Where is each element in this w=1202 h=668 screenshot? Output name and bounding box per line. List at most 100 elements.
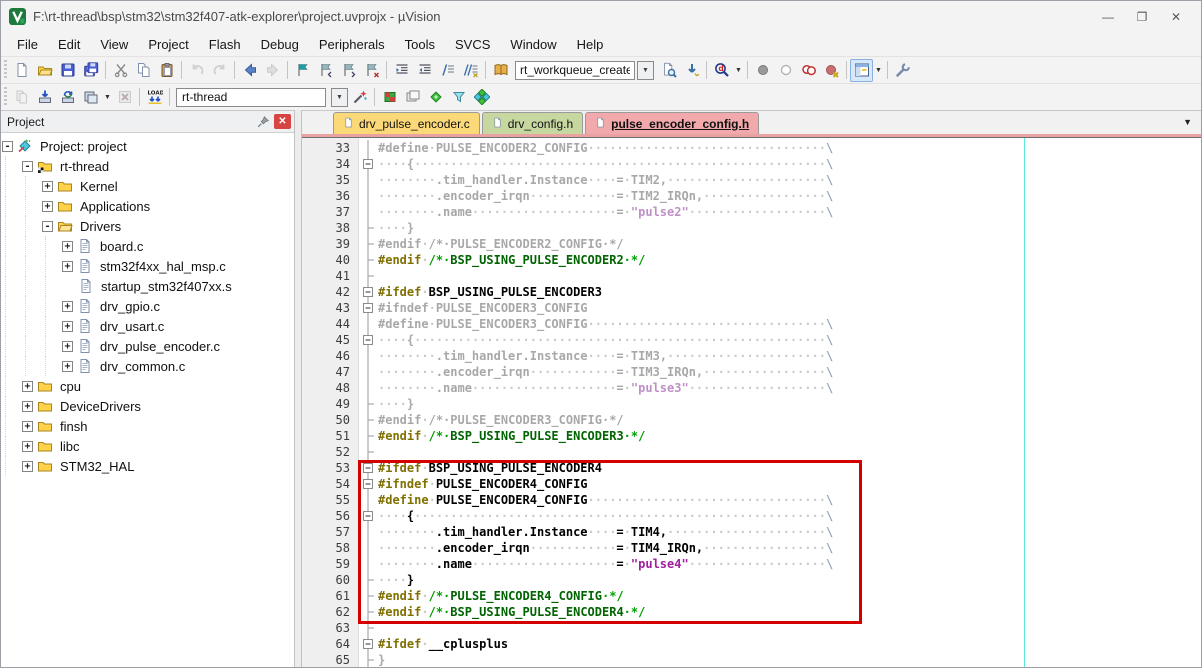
dropdown-caret-icon[interactable]: ▼ (733, 59, 744, 82)
menu-item-file[interactable]: File (7, 34, 48, 55)
menu-item-help[interactable]: Help (567, 34, 614, 55)
tree-item-drv-common-c[interactable]: +drv_common.c (1, 356, 294, 376)
batch-build-icon[interactable] (79, 86, 102, 109)
fold-marker[interactable] (359, 284, 378, 300)
menu-item-flash[interactable]: Flash (199, 34, 251, 55)
dropdown-caret-icon[interactable]: ▼ (102, 86, 113, 109)
tree-item-stm32f4xx-hal-msp-c[interactable]: +stm32f4xx_hal_msp.c (1, 256, 294, 276)
incremental-find-icon[interactable] (680, 59, 703, 82)
search-caret-icon[interactable]: ▼ (637, 61, 654, 80)
fold-marker[interactable] (359, 652, 378, 667)
translate-icon[interactable] (10, 86, 33, 109)
fold-marker[interactable] (359, 268, 378, 284)
undo-icon[interactable] (185, 59, 208, 82)
expand-icon[interactable]: + (22, 441, 33, 452)
tree-item-drv-usart-c[interactable]: +drv_usart.c (1, 316, 294, 336)
tree-item-stm32-hal[interactable]: +STM32_HAL (1, 456, 294, 476)
manage-books-icon[interactable] (470, 86, 493, 109)
expand-icon[interactable]: + (62, 241, 73, 252)
menu-item-edit[interactable]: Edit (48, 34, 90, 55)
expand-icon[interactable]: + (62, 321, 73, 332)
fold-marker[interactable] (359, 348, 378, 364)
redo-icon[interactable] (208, 59, 231, 82)
expand-icon[interactable]: + (62, 361, 73, 372)
expand-icon[interactable]: + (62, 301, 73, 312)
expand-icon[interactable]: + (22, 381, 33, 392)
tab-drv_pulse_encoder-c[interactable]: drv_pulse_encoder.c (333, 112, 480, 134)
fold-marker[interactable] (359, 332, 378, 348)
paste-icon[interactable] (155, 59, 178, 82)
panel-close-icon[interactable]: ✕ (274, 114, 291, 129)
fold-marker[interactable] (359, 236, 378, 252)
fold-marker[interactable] (359, 428, 378, 444)
fold-marker[interactable] (359, 252, 378, 268)
filter-funnel-icon[interactable] (447, 86, 470, 109)
save-all-icon[interactable] (79, 59, 102, 82)
menu-item-debug[interactable]: Debug (251, 34, 309, 55)
menu-item-svcs[interactable]: SVCS (445, 34, 500, 55)
build-icon[interactable] (33, 86, 56, 109)
expand-icon[interactable]: + (22, 401, 33, 412)
collapse-icon[interactable]: - (22, 161, 33, 172)
new-file-icon[interactable] (10, 59, 33, 82)
fold-marker[interactable] (359, 364, 378, 380)
copy-icon[interactable] (132, 59, 155, 82)
breakpoint-kill-all-icon[interactable] (820, 59, 843, 82)
breakpoint-disable-all-icon[interactable] (797, 59, 820, 82)
tab-drv_config-h[interactable]: drv_config.h (482, 112, 583, 134)
target-options-icon[interactable] (348, 86, 371, 109)
menu-item-project[interactable]: Project (138, 34, 198, 55)
fold-marker[interactable] (359, 396, 378, 412)
bookmark-next-icon[interactable] (337, 59, 360, 82)
close-button[interactable]: ✕ (1159, 5, 1193, 29)
menu-item-peripherals[interactable]: Peripherals (309, 34, 395, 55)
fold-marker[interactable] (359, 636, 378, 652)
fold-marker[interactable] (359, 380, 378, 396)
tree-item-finsh[interactable]: +finsh (1, 416, 294, 436)
dropdown-caret-icon[interactable]: ▼ (873, 59, 884, 82)
uncomment-selection-icon[interactable] (459, 59, 482, 82)
tree-item-rt-thread[interactable]: -rt-thread (1, 156, 294, 176)
fold-marker[interactable] (359, 188, 378, 204)
tree-item-board-c[interactable]: +board.c (1, 236, 294, 256)
tree-item-drv-pulse-encoder-c[interactable]: +drv_pulse_encoder.c (1, 336, 294, 356)
expand-icon[interactable]: + (42, 201, 53, 212)
function-browse-book-icon[interactable] (489, 59, 512, 82)
expand-icon[interactable]: + (42, 181, 53, 192)
fold-marker[interactable] (359, 140, 378, 156)
indent-right-icon[interactable] (413, 59, 436, 82)
find-dialog-icon[interactable]: d (710, 59, 733, 82)
nav-forward-icon[interactable] (261, 59, 284, 82)
multiple-project-windows-icon[interactable] (401, 86, 424, 109)
expand-icon[interactable]: + (22, 461, 33, 472)
nav-back-icon[interactable] (238, 59, 261, 82)
fold-marker[interactable] (359, 172, 378, 188)
maximize-button[interactable]: ❐ (1125, 5, 1159, 29)
tree-item-libc[interactable]: +libc (1, 436, 294, 456)
collapse-icon[interactable]: - (42, 221, 53, 232)
bookmark-clear-icon[interactable] (360, 59, 383, 82)
tree-item-startup-stm32f407xx-s[interactable]: startup_stm32f407xx.s (1, 276, 294, 296)
tree-item-applications[interactable]: +Applications (1, 196, 294, 216)
tree-item-project-project[interactable]: -Project: project (1, 136, 294, 156)
breakpoint-enable-disable-icon[interactable] (774, 59, 797, 82)
manage-items-icon[interactable] (424, 86, 447, 109)
rebuild-icon[interactable] (56, 86, 79, 109)
fold-marker[interactable] (359, 300, 378, 316)
panel-splitter[interactable] (294, 110, 302, 667)
collapse-icon[interactable]: - (2, 141, 13, 152)
cut-icon[interactable] (109, 59, 132, 82)
bookmark-toggle-icon[interactable] (291, 59, 314, 82)
target-select[interactable]: rt-thread (176, 88, 326, 107)
menu-item-view[interactable]: View (90, 34, 138, 55)
tree-item-devicedrivers[interactable]: +DeviceDrivers (1, 396, 294, 416)
save-icon[interactable] (56, 59, 79, 82)
window-layout-icon[interactable] (850, 59, 873, 82)
download-icon[interactable]: LOAD (143, 86, 166, 109)
target-select-caret-icon[interactable]: ▼ (331, 88, 348, 107)
fold-marker[interactable] (359, 444, 378, 460)
comment-selection-icon[interactable] (436, 59, 459, 82)
expand-icon[interactable]: + (62, 341, 73, 352)
menu-item-tools[interactable]: Tools (395, 34, 445, 55)
tab-pulse_encoder_config-h[interactable]: pulse_encoder_config.h (585, 112, 759, 134)
